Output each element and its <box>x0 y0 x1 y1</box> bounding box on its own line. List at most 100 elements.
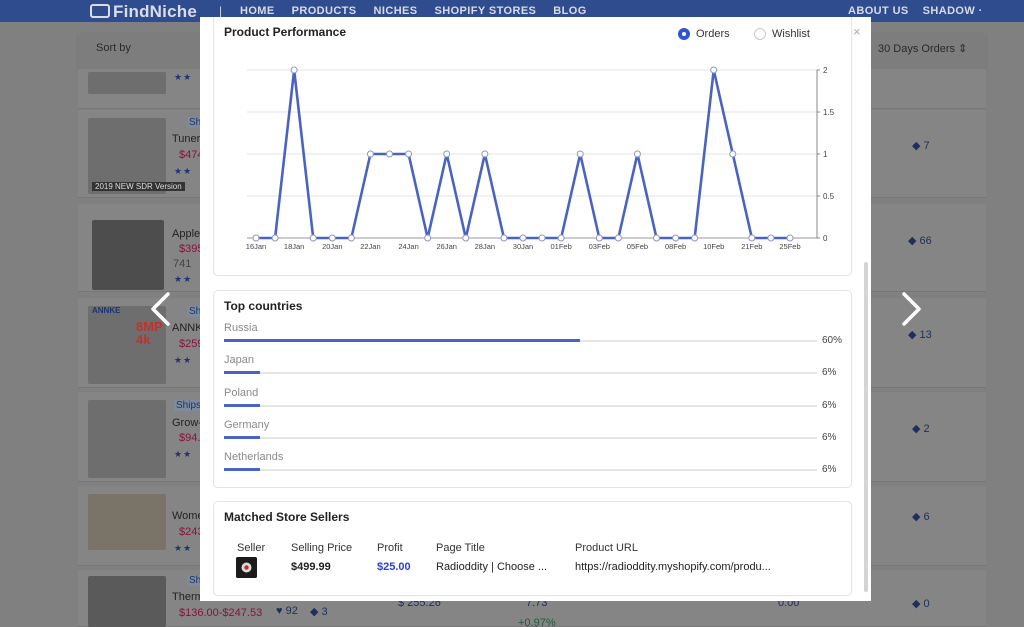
top-countries-title: Top countries <box>224 299 303 313</box>
country-name: Japan <box>224 354 254 366</box>
wishlist-radio[interactable]: Wishlist <box>754 28 810 40</box>
product-name[interactable]: Tuner <box>172 133 200 145</box>
tag-icon: ◆ <box>912 140 924 152</box>
product-name[interactable]: Therm <box>172 591 204 603</box>
logo-icon <box>90 4 110 18</box>
country-percent: 6% <box>822 432 837 443</box>
ship-badge: Ships <box>174 400 204 411</box>
col-product-url: Product URL <box>575 542 638 554</box>
product-name[interactable]: Wome <box>172 510 204 522</box>
modal-scrollbar[interactable] <box>864 262 868 592</box>
tag-icon: ◆ <box>912 511 924 523</box>
prev-arrow-icon[interactable] <box>148 292 174 326</box>
col-selling-price: Selling Price <box>291 542 353 554</box>
main-nav: HOME PRODUCTS NICHES SHOPIFY STORES BLOG <box>240 5 587 17</box>
page-title-value: Radioddity | Choose ... <box>436 561 548 573</box>
rating-stars: ★★ <box>174 355 193 365</box>
rating-stars: ★★ <box>174 274 193 284</box>
tag-icon: ◆ <box>912 598 924 610</box>
top-countries-panel <box>213 290 852 488</box>
performance-panel <box>213 17 852 276</box>
product-url-link[interactable]: https://radioddity.myshopify.com/produ..… <box>575 561 771 573</box>
product-price: $94. <box>179 432 201 444</box>
tag-count: ◆ 6 <box>912 511 930 523</box>
country-percent: 6% <box>822 464 837 475</box>
user-menu[interactable]: SHADOW · <box>923 5 983 17</box>
profit-value: $25.00 <box>377 561 411 573</box>
tag-count: ◆ 2 <box>912 423 930 435</box>
rating-stars: ★★ <box>174 449 193 459</box>
tag-count: ◆ 0 <box>912 598 930 610</box>
product-thumbnail <box>88 576 166 627</box>
product-sub: 741 <box>173 258 192 270</box>
country-bar <box>224 436 817 439</box>
selling-price-value: $499.99 <box>291 561 331 573</box>
col-seller: Seller <box>237 542 266 554</box>
country-name: Germany <box>224 419 270 431</box>
country-bar <box>224 371 817 374</box>
period-sort-select[interactable]: 30 Days Orders ⇕ <box>878 42 967 55</box>
radio-unselected-icon <box>754 28 766 40</box>
product-thumbnail <box>88 400 166 478</box>
country-bar-fill <box>224 468 260 471</box>
growth-value: +0.97% <box>518 617 556 627</box>
nav-about-us[interactable]: ABOUT US <box>848 5 909 17</box>
product-name[interactable]: Grow- <box>172 417 202 429</box>
orders-radio[interactable]: Orders <box>678 28 730 40</box>
tag-icon: ◆ <box>908 329 920 341</box>
country-bar <box>224 468 817 471</box>
radio-selected-icon <box>678 28 690 40</box>
country-bar-fill <box>224 371 260 374</box>
nav-niches[interactable]: NICHES <box>374 5 418 17</box>
product-price: $136.00-$247.53 <box>179 607 263 619</box>
col-profit: Profit <box>377 542 403 554</box>
country-percent: 60% <box>822 335 843 346</box>
orders-radio-label: Orders <box>696 28 730 40</box>
nav-right: ABOUT US SHADOW · <box>848 5 983 17</box>
country-name: Netherlands <box>224 451 284 463</box>
seller-logo-icon <box>236 557 257 578</box>
matched-sellers-title: Matched Store Sellers <box>224 510 350 524</box>
tag-icon: ◆ <box>908 235 920 247</box>
thumb-caption: 2019 NEW SDR Version <box>92 182 185 191</box>
country-bar-fill <box>224 339 580 342</box>
product-thumbnail <box>88 494 166 550</box>
product-thumbnail <box>88 72 166 94</box>
seller-avatar[interactable] <box>236 557 257 578</box>
country-name: Poland <box>224 387 259 399</box>
country-bar-fill <box>224 436 260 439</box>
next-arrow-icon[interactable] <box>898 292 924 326</box>
heart-icon: ♥ <box>276 605 286 617</box>
rating-stars: ★★ <box>174 72 193 82</box>
country-percent: 6% <box>822 367 837 378</box>
nav-blog[interactable]: BLOG <box>553 5 586 17</box>
country-bar <box>224 339 817 342</box>
country-bar <box>224 404 817 407</box>
product-name[interactable]: ANNK <box>172 322 203 334</box>
col-page-title: Page Title <box>436 542 485 554</box>
close-icon[interactable]: × <box>853 24 861 39</box>
country-percent: 6% <box>822 400 837 411</box>
country-name: Russia <box>224 322 258 334</box>
nav-separator: | <box>219 4 223 18</box>
tag-count: ◆ 7 <box>912 140 930 152</box>
likes-count: ♥ 92 <box>276 605 298 617</box>
findniche-logo[interactable]: FindNiche <box>90 2 197 22</box>
nav-shopify-stores[interactable]: SHOPIFY STORES <box>435 5 537 17</box>
tag-icon: ◆ <box>310 606 322 618</box>
country-bar-fill <box>224 404 260 407</box>
thumb-brand: ANNKE <box>92 306 121 315</box>
tag-count: ◆ 13 <box>908 329 932 341</box>
nav-products[interactable]: PRODUCTS <box>292 5 357 17</box>
sort-by-select[interactable]: Sort by <box>96 42 131 54</box>
tags-count: ◆ 3 <box>310 606 328 618</box>
logo-text: FindNiche <box>113 2 197 21</box>
tag-icon: ◆ <box>912 423 924 435</box>
tag-count: ◆ 66 <box>908 235 932 247</box>
performance-title: Product Performance <box>224 25 347 39</box>
rating-stars: ★★ <box>174 166 193 176</box>
rating-stars: ★★ <box>174 543 193 553</box>
nav-home[interactable]: HOME <box>240 5 275 17</box>
product-thumbnail <box>92 220 164 290</box>
product-name[interactable]: Apple <box>172 228 200 240</box>
